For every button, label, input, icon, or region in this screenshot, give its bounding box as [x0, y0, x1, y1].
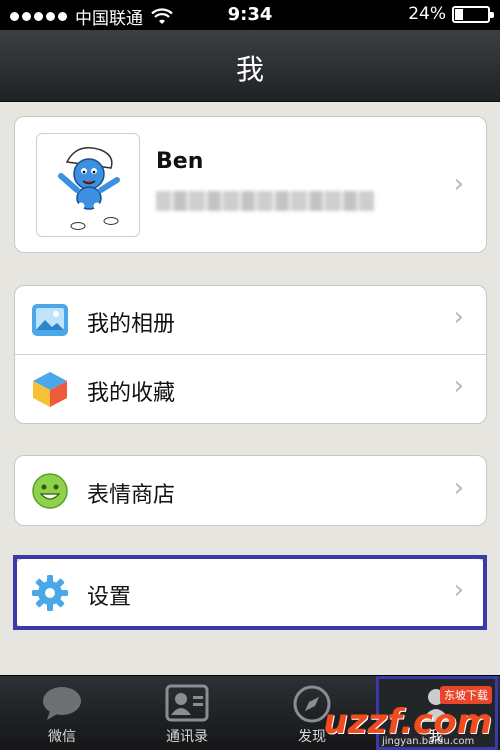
highlight-box-settings [13, 555, 487, 630]
menu-item-album-label: 我的相册 [87, 312, 176, 337]
menu-item-sticker-store-label: 表情商店 [87, 483, 176, 508]
menu-item-favorites[interactable]: 我的收藏 › [15, 355, 486, 424]
menu-item-album[interactable]: 我的相册 › [15, 286, 486, 354]
battery-icon [452, 5, 494, 23]
page-title: 我 [235, 53, 264, 86]
chevron-right-icon: › [453, 473, 464, 503]
chat-bubble-icon [43, 687, 81, 720]
watermark: 东坡下载 uzzf.com jingyan.baidu.com [320, 680, 500, 750]
smiley-icon [32, 473, 68, 509]
profile-card[interactable]: Ben › [14, 116, 487, 253]
tab-chats-label: 微信 [48, 729, 76, 745]
tab-chats[interactable]: 微信 [2, 676, 122, 750]
photo-album-icon [32, 304, 68, 336]
menu-group-sticker-store: 表情商店 › [14, 455, 487, 526]
contacts-card-icon [165, 684, 209, 722]
chevron-right-icon: › [453, 302, 464, 332]
navigation-bar: 我 [0, 30, 500, 102]
watermark-sub: jingyan.baidu.com [382, 736, 475, 747]
chevron-right-icon: › [453, 371, 464, 401]
account-id-blurred [156, 191, 374, 211]
battery-percent: 24% [408, 4, 446, 24]
avatar [36, 133, 140, 237]
menu-group-album-favorites: 我的相册 › 我的收藏 › [14, 285, 487, 424]
favorites-cube-icon [33, 372, 67, 407]
menu-item-favorites-label: 我的收藏 [87, 381, 176, 406]
tab-contacts[interactable]: 通讯录 [127, 676, 247, 750]
menu-item-sticker-store[interactable]: 表情商店 › [15, 456, 486, 526]
tab-contacts-label: 通讯录 [166, 729, 208, 745]
smurf-avatar-icon [58, 147, 120, 230]
chevron-right-icon: › [453, 169, 464, 199]
status-bar: 中国联通 9:34 24% [0, 0, 500, 30]
profile-name: Ben [156, 149, 204, 174]
